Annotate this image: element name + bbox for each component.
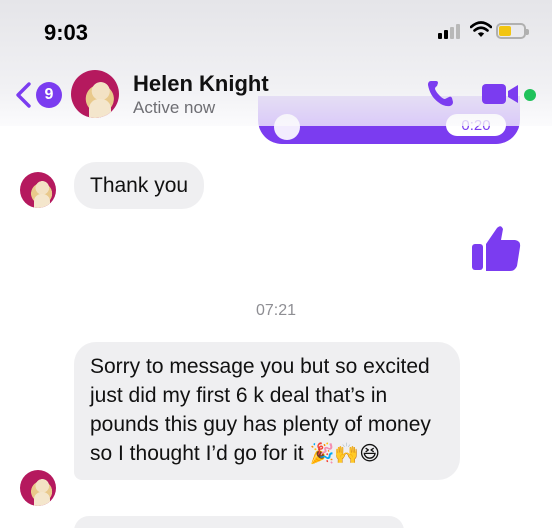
unread-count-badge: 9 [36,82,62,108]
online-status-dot [524,89,536,101]
status-bar-time: 9:03 [44,20,89,45]
back-chevron-icon [16,82,31,108]
chat-screen: 0:20 Thank you 07:21 Sorry to message yo… [0,0,552,528]
avatar[interactable] [20,172,56,208]
avatar[interactable] [20,470,56,506]
contact-name[interactable]: Helen Knight [133,71,269,97]
contact-status: Active now [133,98,216,117]
message-bubble[interactable] [74,516,404,528]
battery-icon [496,23,529,39]
video-camera-icon[interactable] [482,83,522,105]
wifi-icon [470,21,492,37]
message-text: Thank you [90,174,189,197]
phone-icon[interactable] [424,78,456,110]
chat-header: 9:03 9 Helen Knight Active now [0,0,552,126]
emoji-reaction-set: 🎉🙌😆 [309,441,381,465]
avatar[interactable] [71,70,119,118]
thumbs-up-icon[interactable] [470,222,522,274]
message-timestamp: 07:21 [255,302,297,319]
message-bubble[interactable]: Thank you [74,162,205,209]
back-button[interactable]: 9 [14,80,64,110]
message-bubble[interactable]: Sorry to message you but so excited just… [74,342,460,480]
